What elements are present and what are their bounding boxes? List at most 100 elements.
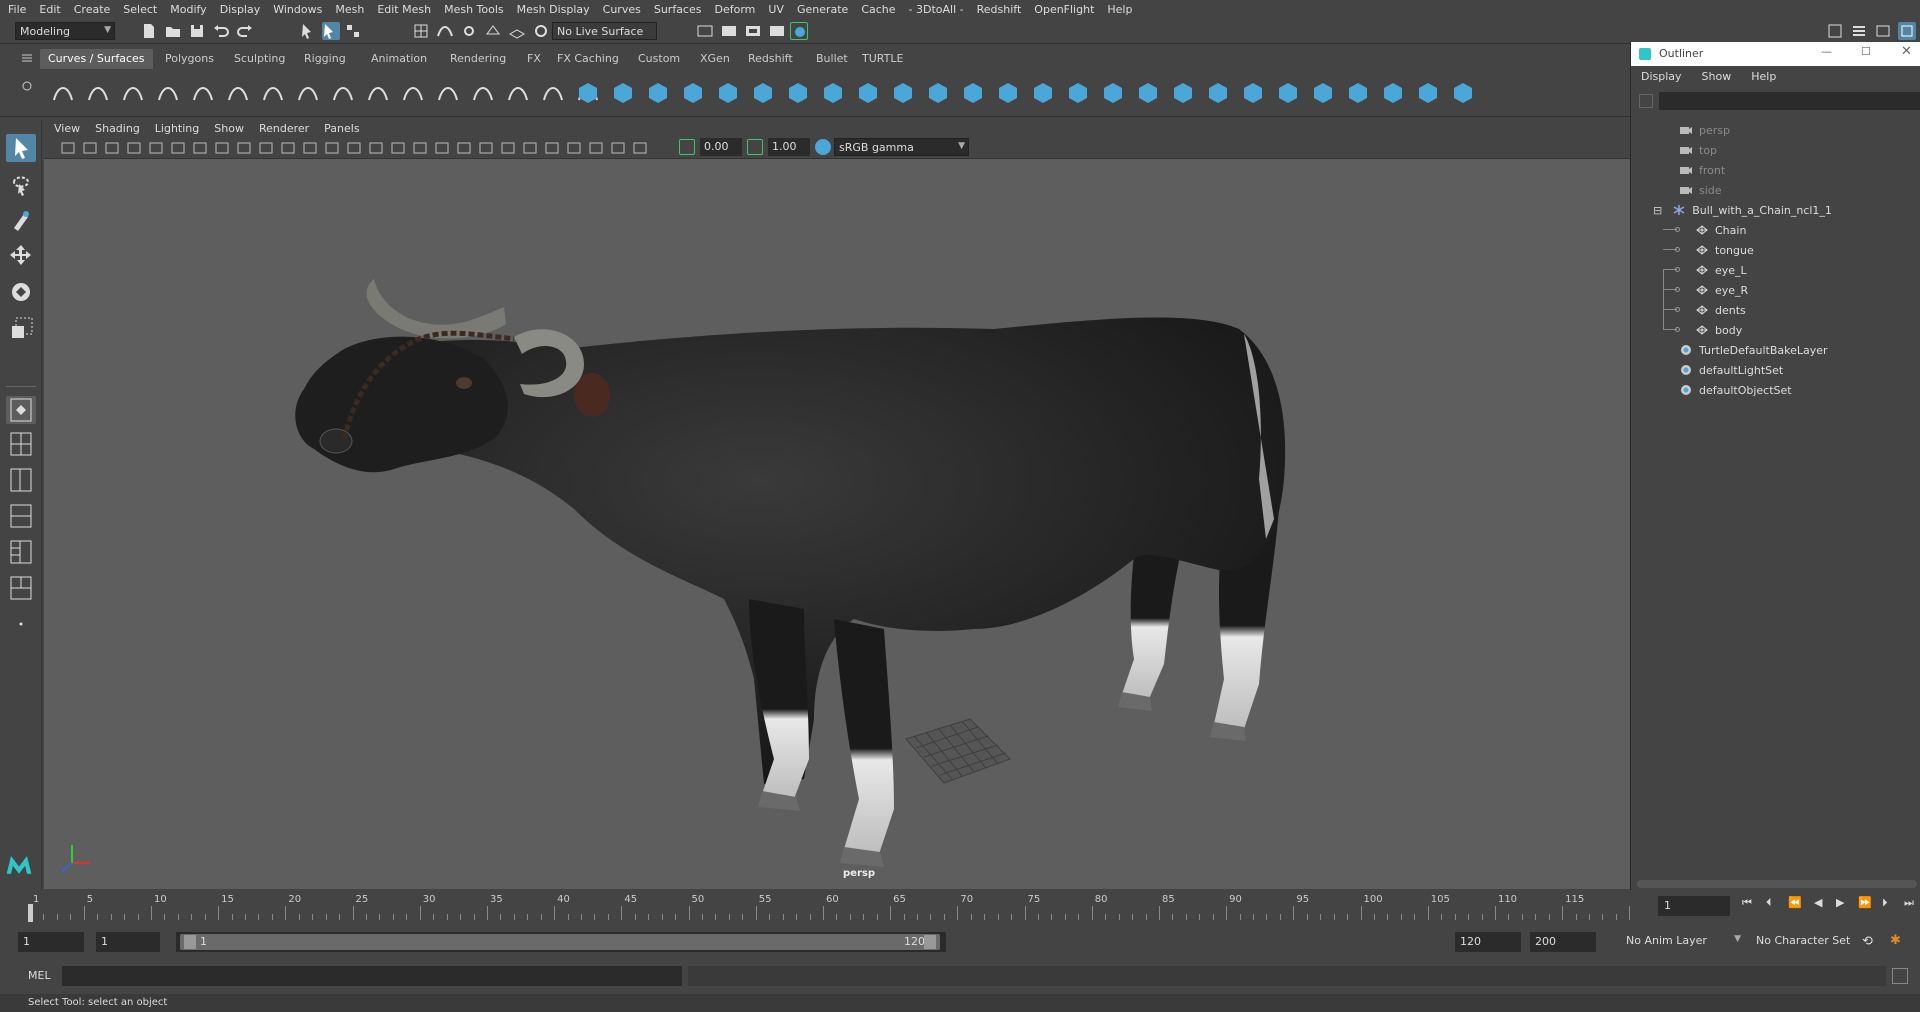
current-frame-field[interactable]: 1 [1658, 896, 1730, 916]
shelf-tab-xgen[interactable]: XGen [692, 49, 738, 69]
play-backward-icon[interactable]: ◀ [1814, 896, 1822, 909]
menu-mesh[interactable]: Mesh [335, 3, 364, 16]
nurbs-cylinder-icon[interactable] [645, 80, 671, 106]
camera-attributes-icon[interactable] [82, 140, 98, 156]
attach-surface-icon[interactable] [1205, 80, 1231, 106]
outliner-item-mesh[interactable]: eye_R [1695, 280, 1748, 300]
rebuild-surface-icon[interactable] [1380, 80, 1406, 106]
step-back-key-icon[interactable]: ⏪ [1788, 896, 1802, 909]
curve-attach-icon[interactable] [330, 80, 356, 106]
xray-active-icon[interactable] [632, 140, 648, 156]
curve-detach-icon[interactable] [365, 80, 391, 106]
color-space-dropdown[interactable]: sRGB gamma ▼ [834, 138, 969, 156]
snap-view-icon[interactable] [484, 22, 502, 40]
safe-action-icon[interactable] [302, 140, 318, 156]
curve-fillet-icon[interactable] [295, 80, 321, 106]
surface-editing-icon[interactable] [1450, 80, 1476, 106]
outliner-item-set[interactable]: defaultLightSet [1679, 360, 1783, 380]
menu-windows[interactable]: Windows [273, 3, 322, 16]
birail-icon[interactable] [925, 80, 951, 106]
shelf-settings-icon[interactable] [20, 79, 34, 93]
auto-key-icon[interactable]: ⟲ [1862, 934, 1873, 949]
tool-settings-icon[interactable] [1874, 22, 1892, 40]
visibility-dot-icon[interactable] [1675, 307, 1680, 312]
menu-help[interactable]: Help [1107, 3, 1132, 16]
menu-redshift[interactable]: Redshift [977, 3, 1022, 16]
attribute-editor-icon[interactable] [1850, 22, 1868, 40]
loft-icon[interactable] [820, 80, 846, 106]
graph-persp-layout-icon[interactable] [6, 574, 36, 602]
rotate-tool-icon[interactable] [6, 278, 36, 306]
menu-cache[interactable]: Cache [861, 3, 895, 16]
shelf-tab-custom[interactable]: Custom [630, 49, 688, 69]
panel-menu-renderer[interactable]: Renderer [259, 122, 309, 135]
menu-uv[interactable]: UV [768, 3, 784, 16]
outliner-search-input[interactable] [1659, 92, 1920, 110]
step-back-icon[interactable]: ⏴ [1766, 896, 1772, 910]
image-plane-icon[interactable] [126, 140, 142, 156]
outliner-item-mesh[interactable]: tongue [1695, 240, 1754, 260]
outliner-menu-display[interactable]: Display [1641, 70, 1682, 83]
pencil-curve-icon[interactable] [190, 80, 216, 106]
anim-end-field[interactable]: 200 [1530, 932, 1596, 952]
shelf-tab-fx-caching[interactable]: FX Caching [549, 49, 627, 69]
nurbs-plane-icon[interactable] [715, 80, 741, 106]
outliner-item-camera[interactable]: front [1679, 160, 1725, 180]
play-forward-icon[interactable]: ▶ [1836, 896, 1844, 909]
render-sequence-icon[interactable] [720, 22, 738, 40]
menu-file[interactable]: File [8, 3, 26, 16]
gamma-toggle-icon[interactable] [747, 139, 763, 155]
go-to-start-icon[interactable]: ⏮ [1742, 896, 1752, 910]
bull-model[interactable] [44, 159, 1630, 889]
panel-menu-show[interactable]: Show [214, 122, 244, 135]
paint-select-tool-icon[interactable] [6, 206, 36, 234]
insert-isoparm-icon[interactable] [1310, 80, 1336, 106]
single-pane-layout-icon[interactable] [6, 396, 36, 424]
outliner-item-mesh[interactable]: body [1695, 320, 1742, 340]
exposure-toggle-icon[interactable] [679, 139, 695, 155]
render-settings-icon[interactable] [768, 22, 786, 40]
menu-curves[interactable]: Curves [603, 3, 641, 16]
visibility-dot-icon[interactable] [1675, 267, 1680, 272]
anim-start-field[interactable]: 1 [18, 932, 84, 952]
lasso-tool-icon[interactable] [6, 170, 36, 198]
two-pane-stacked-layout-icon[interactable] [6, 502, 36, 530]
bevel-icon[interactable] [1030, 80, 1056, 106]
maximize-icon[interactable]: ☐ [1861, 45, 1871, 58]
snap-live-icon[interactable] [532, 22, 550, 40]
menu--3dtoall-[interactable]: - 3DtoAll - [909, 3, 964, 16]
collapse-icon[interactable]: ⊟ [1653, 204, 1662, 217]
planar-icon[interactable] [855, 80, 881, 106]
outliner-search-options-icon[interactable] [1639, 94, 1653, 108]
open-scene-icon[interactable] [164, 22, 182, 40]
screen-space-ao-icon[interactable] [478, 140, 494, 156]
grid-icon[interactable] [192, 140, 208, 156]
outliner-scrollbar[interactable] [1637, 880, 1917, 888]
curve-rebuild-icon[interactable] [400, 80, 426, 106]
snap-surface-icon[interactable] [508, 22, 526, 40]
scale-tool-icon[interactable] [6, 314, 36, 342]
project-curve-icon[interactable] [1100, 80, 1126, 106]
nurbs-torus-icon[interactable] [750, 80, 776, 106]
menu-generate[interactable]: Generate [797, 3, 848, 16]
visibility-dot-icon[interactable] [1675, 247, 1680, 252]
anim-layer-dropdown[interactable]: No Anim Layer ▼ [1622, 932, 1744, 952]
anti-aliasing-icon[interactable] [522, 140, 538, 156]
animation-prefs-icon[interactable]: ✱ [1890, 933, 1901, 948]
gate-mask-icon[interactable] [258, 140, 274, 156]
nurbs-sphere-icon[interactable] [575, 80, 601, 106]
sculpt-geometry-icon[interactable] [1415, 80, 1441, 106]
menu-create[interactable]: Create [74, 3, 111, 16]
curve-offset-icon[interactable] [505, 80, 531, 106]
shelf-tab-sculpting[interactable]: Sculpting [226, 49, 293, 69]
two-pane-side-layout-icon[interactable] [6, 466, 36, 494]
select-camera-icon[interactable] [60, 140, 76, 156]
panel-menu-panels[interactable]: Panels [324, 122, 359, 135]
outliner-item-mesh[interactable]: dents [1695, 300, 1746, 320]
shelf-tab-rigging[interactable]: Rigging [296, 49, 354, 69]
boundary-icon[interactable] [960, 80, 986, 106]
outliner-item-camera[interactable]: side [1679, 180, 1722, 200]
untrim-icon[interactable] [1170, 80, 1196, 106]
menu-deform[interactable]: Deform [714, 3, 755, 16]
mode-dropdown[interactable]: Modeling ▼ [15, 22, 115, 40]
